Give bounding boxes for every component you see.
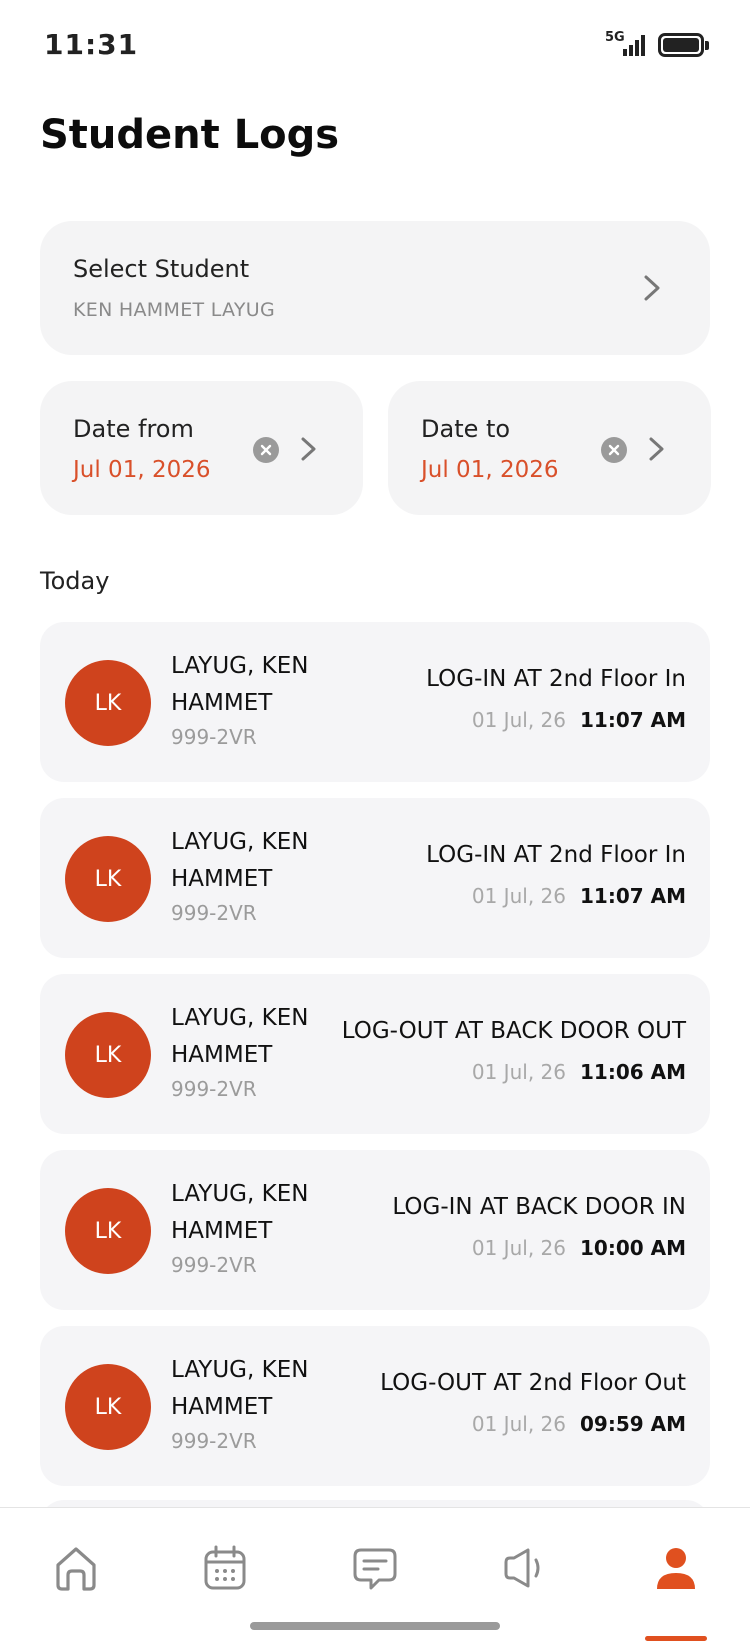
close-icon xyxy=(260,444,272,456)
avatar: LK xyxy=(65,836,151,922)
section-label-today: Today xyxy=(40,567,110,595)
date-from-value: Jul 01, 2026 xyxy=(73,457,211,483)
date-from-label: Date from xyxy=(73,415,194,443)
avatar: LK xyxy=(65,660,151,746)
log-item[interactable]: LK LAYUG, KEN HAMMET 999-2VR LOG-OUT AT … xyxy=(40,1326,710,1486)
select-student-field[interactable]: Select Student KEN HAMMET LAYUG xyxy=(40,221,710,355)
log-date: 01 Jul, 26 xyxy=(471,1060,566,1084)
chevron-right-icon xyxy=(301,437,316,461)
log-event: LOG-IN AT 2nd Floor In xyxy=(426,842,686,868)
chevron-right-icon xyxy=(649,437,664,461)
student-id: 999-2VR xyxy=(171,1429,257,1453)
status-bar: 11:31 5G xyxy=(0,0,750,92)
student-name: LAYUG, KEN HAMMET xyxy=(171,1005,309,1068)
log-date: 01 Jul, 26 xyxy=(471,1236,566,1260)
log-meta: 01 Jul, 26 10:00 AM xyxy=(472,1236,686,1260)
log-event: LOG-OUT AT BACK DOOR OUT xyxy=(341,1018,686,1044)
date-to-value: Jul 01, 2026 xyxy=(421,457,559,483)
log-event: LOG-IN AT 2nd Floor In xyxy=(426,666,686,692)
calendar-icon xyxy=(204,1545,246,1590)
student-name: LAYUG, KEN HAMMET xyxy=(171,829,309,892)
log-time: 11:06 AM xyxy=(579,1060,686,1084)
avatar: LK xyxy=(65,1364,151,1450)
log-time: 09:59 AM xyxy=(579,1412,686,1436)
log-meta: 01 Jul, 26 09:59 AM xyxy=(472,1412,686,1436)
student-id: 999-2VR xyxy=(171,1077,257,1101)
log-time: 10:00 AM xyxy=(579,1236,686,1260)
log-meta: 01 Jul, 26 11:06 AM xyxy=(472,1060,686,1084)
page-title: Student Logs xyxy=(40,112,340,158)
nav-calendar[interactable] xyxy=(195,1538,255,1598)
nav-announcements[interactable] xyxy=(494,1538,554,1598)
select-student-label: Select Student xyxy=(73,255,250,283)
profile-icon xyxy=(657,1548,695,1589)
home-indicator[interactable] xyxy=(250,1622,500,1630)
date-to-field[interactable]: Date to Jul 01, 2026 xyxy=(388,381,711,515)
log-item[interactable]: LK LAYUG, KEN HAMMET 999-2VR LOG-IN AT 2… xyxy=(40,798,710,958)
student-name: LAYUG, KEN HAMMET xyxy=(171,1181,309,1244)
log-item[interactable]: LK LAYUG, KEN HAMMET 999-2VR LOG-IN AT B… xyxy=(40,1150,710,1310)
home-icon xyxy=(56,1547,96,1591)
log-time: 11:07 AM xyxy=(579,708,686,732)
student-name: LAYUG, KEN HAMMET xyxy=(171,653,309,716)
nav-active-indicator xyxy=(645,1636,707,1641)
student-id: 999-2VR xyxy=(171,901,257,925)
megaphone-icon xyxy=(504,1548,540,1588)
student-id: 999-2VR xyxy=(171,1253,257,1277)
log-date: 01 Jul, 26 xyxy=(471,884,566,908)
student-name: LAYUG, KEN HAMMET xyxy=(171,1357,309,1420)
select-student-value: KEN HAMMET LAYUG xyxy=(73,299,276,321)
battery-icon xyxy=(658,33,709,57)
log-item[interactable]: LK LAYUG, KEN HAMMET 999-2VR LOG-IN AT 2… xyxy=(40,622,710,782)
log-meta: 01 Jul, 26 11:07 AM xyxy=(472,708,686,732)
date-to-label: Date to xyxy=(421,415,511,443)
log-date: 01 Jul, 26 xyxy=(471,1412,566,1436)
log-meta: 01 Jul, 26 11:07 AM xyxy=(472,884,686,908)
chevron-right-icon xyxy=(644,275,660,301)
chat-icon xyxy=(353,1548,397,1590)
avatar: LK xyxy=(65,1012,151,1098)
date-from-field[interactable]: Date from Jul 01, 2026 xyxy=(40,381,363,515)
clear-date-from-button[interactable] xyxy=(253,437,279,463)
nav-profile[interactable] xyxy=(646,1538,706,1598)
student-id: 999-2VR xyxy=(171,725,257,749)
nav-messages[interactable] xyxy=(345,1538,405,1598)
close-icon xyxy=(608,444,620,456)
log-event: LOG-OUT AT 2nd Floor Out xyxy=(380,1370,686,1396)
log-item[interactable]: LK LAYUG, KEN HAMMET 999-2VR LOG-OUT AT … xyxy=(40,974,710,1134)
log-event: LOG-IN AT BACK DOOR IN xyxy=(392,1194,686,1220)
clear-date-to-button[interactable] xyxy=(601,437,627,463)
log-date: 01 Jul, 26 xyxy=(471,708,566,732)
nav-home[interactable] xyxy=(46,1538,106,1598)
status-time: 11:31 xyxy=(44,28,139,61)
avatar: LK xyxy=(65,1188,151,1274)
log-time: 11:07 AM xyxy=(579,884,686,908)
signal-icon: 5G xyxy=(605,30,649,60)
